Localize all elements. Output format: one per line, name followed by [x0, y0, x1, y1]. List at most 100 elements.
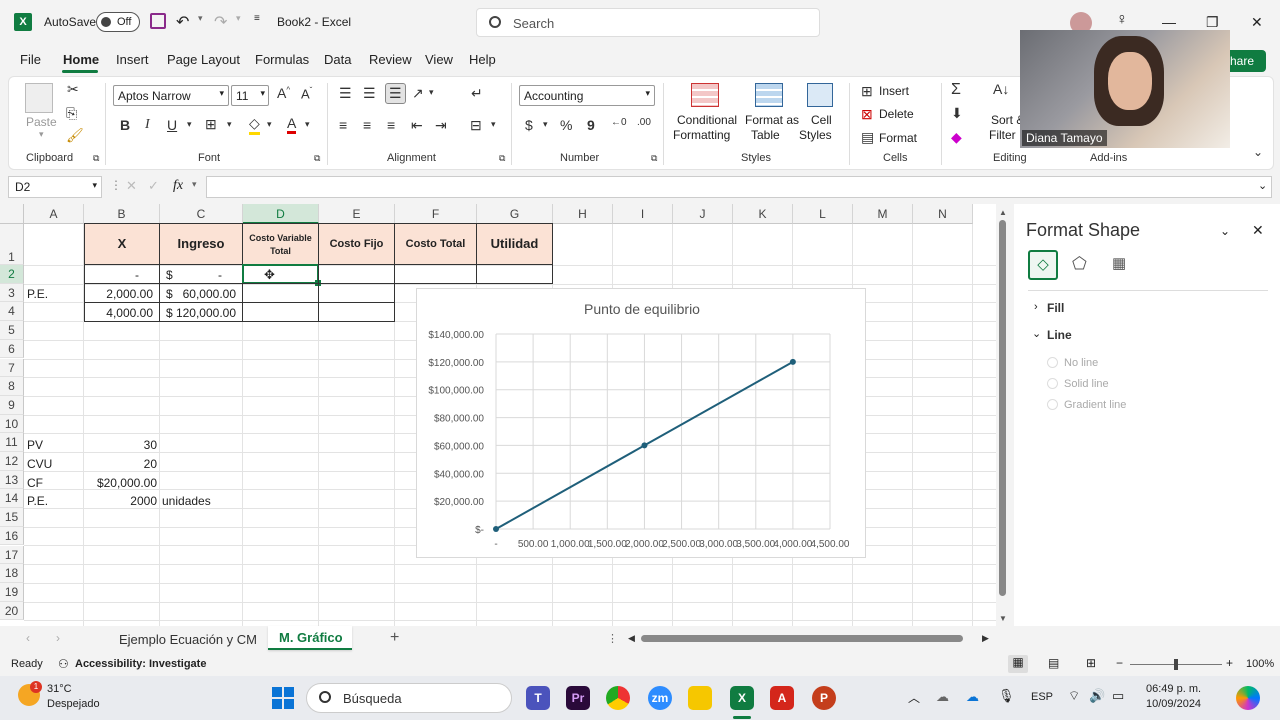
undo-icon[interactable]: ↶ [176, 12, 189, 32]
row-header-15[interactable]: 15 [0, 508, 24, 527]
wrap-text-icon[interactable]: ↵ [471, 85, 483, 102]
row-header-11[interactable]: 11 [0, 433, 24, 452]
cell-b11[interactable]: 30 [84, 438, 157, 452]
sort-filter-icon[interactable]: A↓ [993, 81, 1009, 97]
merge-dropdown-icon[interactable]: ▾ [491, 119, 496, 130]
cell-f2[interactable] [394, 264, 477, 284]
premiere-icon[interactable]: Pr [566, 686, 590, 710]
format-painter-icon[interactable]: 🖌 [66, 127, 84, 144]
cut-icon[interactable]: ✂ [67, 81, 79, 98]
page-layout-view-icon[interactable]: ▤ [1048, 656, 1059, 670]
cell-styles-icon[interactable] [807, 83, 833, 107]
cell-e2[interactable] [318, 264, 395, 284]
tab-data[interactable]: Data [324, 52, 351, 67]
fill-color-dropdown-icon[interactable]: ▾ [267, 119, 272, 130]
delete-cells-icon[interactable]: ⊠ [861, 106, 873, 123]
excel-taskbar-icon[interactable]: X [730, 686, 754, 710]
chart-punto-equilibrio[interactable]: Punto de equilibrio $- $20,000.00 $40,000.… [416, 288, 866, 558]
save-icon[interactable] [150, 13, 166, 29]
accessibility-icon[interactable]: ⚇ [58, 657, 69, 671]
undo-dropdown-icon[interactable]: ▾ [198, 13, 203, 24]
font-launcher-icon[interactable]: ⧉ [314, 153, 320, 164]
column-header-j[interactable]: J [673, 204, 733, 224]
shrink-font-icon[interactable]: Aˇ [301, 86, 312, 101]
paste-button[interactable]: Paste [26, 115, 57, 129]
add-sheet-icon[interactable]: + [390, 629, 399, 647]
chevron-down-icon[interactable]: ⌄ [1032, 327, 1041, 340]
gradient-line-radio[interactable] [1047, 399, 1058, 410]
row-header-5[interactable]: 5 [0, 321, 24, 340]
cell-d2-active[interactable]: ✥ [242, 264, 321, 286]
prev-sheet-icon[interactable]: ‹ [26, 631, 30, 645]
no-line-radio[interactable] [1047, 357, 1058, 368]
cell-b12[interactable]: 20 [84, 457, 157, 471]
paste-icon[interactable] [25, 83, 53, 113]
insert-cells-button[interactable]: Insert [879, 84, 909, 98]
line-section-header[interactable]: Line [1047, 328, 1072, 342]
row-header-13[interactable]: 13 [0, 470, 24, 490]
tab-page-layout[interactable]: Page Layout [167, 52, 240, 67]
decrease-decimal-icon[interactable]: .00 [637, 117, 651, 128]
pane-options-icon[interactable]: ⌄ [1220, 224, 1230, 238]
number-format-select[interactable]: Accounting ▾ [519, 85, 655, 106]
volume-icon[interactable]: 🔊 [1089, 688, 1105, 704]
column-header-h[interactable]: H [553, 204, 613, 224]
font-size-select[interactable]: 11 ▾ [231, 85, 269, 106]
header-ingreso[interactable]: Ingreso [159, 223, 243, 265]
copilot-icon[interactable] [1236, 686, 1260, 710]
column-header-a[interactable]: A [24, 204, 84, 224]
comma-style-icon[interactable]: 9 [587, 117, 595, 133]
align-left-icon[interactable]: ≡ [339, 117, 347, 133]
clipboard-launcher-icon[interactable]: ⧉ [93, 153, 99, 164]
cell-a11[interactable]: PV [27, 438, 43, 452]
clock-date[interactable]: 10/09/2024 [1146, 698, 1201, 710]
cell-b4[interactable]: 4,000.00 [84, 302, 160, 322]
decrease-indent-icon[interactable]: ⇤ [411, 117, 423, 134]
align-right-icon[interactable]: ≡ [387, 117, 395, 133]
row-header-2[interactable]: 2 [0, 265, 24, 284]
tab-insert[interactable]: Insert [116, 52, 149, 67]
fill-color-icon[interactable]: ◇ [249, 115, 260, 135]
cell-c3[interactable]: $60,000.00 [159, 283, 243, 303]
borders-dropdown-icon[interactable]: ▾ [227, 119, 232, 130]
header-costo-variable-total[interactable]: Costo Variable Total [242, 223, 319, 265]
currency-icon[interactable]: $ [525, 117, 533, 133]
currency-dropdown-icon[interactable]: ▾ [543, 119, 548, 130]
input-language[interactable]: ESP [1031, 691, 1053, 703]
column-header-m[interactable]: M [853, 204, 913, 224]
fill-icon[interactable]: ⬇ [951, 105, 963, 122]
increase-decimal-icon[interactable]: ←0 [611, 117, 627, 128]
align-middle-icon[interactable]: ☰ [363, 85, 376, 102]
cell-a3[interactable]: P.E. [27, 287, 48, 301]
cell-c14[interactable]: unidades [162, 494, 211, 508]
cell-c4[interactable]: $120,000.00 [159, 302, 243, 322]
teams-icon[interactable]: T [526, 686, 550, 710]
search-box[interactable]: Search [476, 8, 820, 37]
pane-close-icon[interactable]: ✕ [1252, 222, 1264, 239]
row-header-1[interactable]: 1 [0, 224, 24, 265]
header-utilidad[interactable]: Utilidad [476, 223, 553, 265]
align-center-icon[interactable]: ≡ [363, 117, 371, 133]
borders-icon[interactable]: ⊞ [205, 116, 217, 133]
row-header-12[interactable]: 12 [0, 452, 24, 471]
insert-cells-icon[interactable]: ⊞ [861, 83, 873, 100]
fill-line-tab-icon[interactable]: ◇ [1028, 250, 1058, 280]
column-header-k[interactable]: K [733, 204, 793, 224]
tab-home[interactable]: Home [63, 52, 99, 67]
cell-styles-button[interactable]: Cell [811, 113, 832, 127]
cell-b14[interactable]: 2000 [84, 494, 157, 508]
fill-section-header[interactable]: Fill [1047, 301, 1064, 315]
column-header-e[interactable]: E [319, 204, 395, 224]
row-header-16[interactable]: 16 [0, 526, 24, 546]
font-color-dropdown-icon[interactable]: ▾ [305, 119, 310, 130]
cell-b3[interactable]: 2,000.00 [84, 283, 160, 303]
cell-b13[interactable]: $20,000.00 [84, 476, 157, 490]
conditional-formatting-icon[interactable] [691, 83, 719, 107]
alignment-launcher-icon[interactable]: ⧉ [499, 153, 505, 164]
cell-e4[interactable] [318, 302, 395, 322]
row-header-19[interactable]: 19 [0, 582, 24, 602]
zoom-slider-thumb[interactable] [1174, 659, 1178, 670]
row-header-9[interactable]: 9 [0, 395, 24, 415]
restore-icon[interactable]: ❐ [1206, 14, 1219, 31]
merge-center-icon[interactable]: ⊟ [470, 117, 482, 134]
